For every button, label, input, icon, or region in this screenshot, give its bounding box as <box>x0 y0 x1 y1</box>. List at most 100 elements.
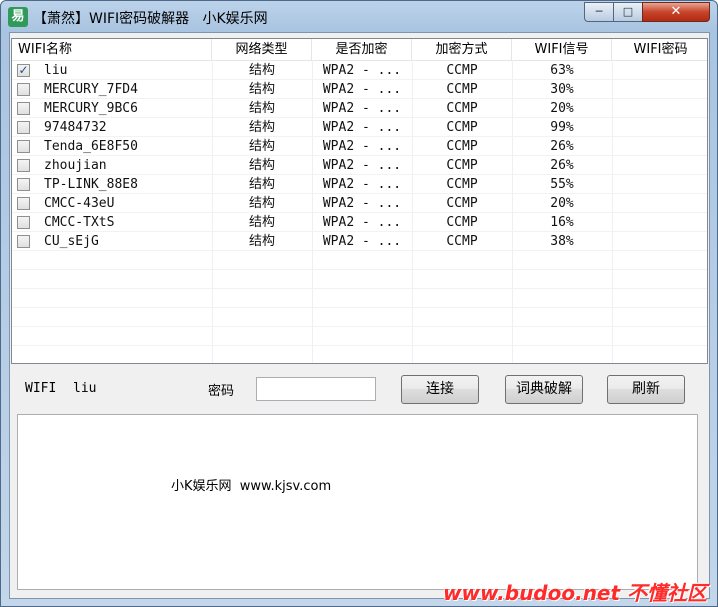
log-output[interactable]: 小K娱乐网 www.kjsv.com <box>17 414 698 590</box>
table-row[interactable]: ✓ liu 结构 WPA2 - ... CCMP 63% <box>12 61 707 80</box>
grid-line <box>12 269 707 270</box>
row-checkbox[interactable] <box>17 216 30 229</box>
wifi-label: WIFI <box>25 381 57 396</box>
cell-signal: 63% <box>550 63 574 78</box>
table-row[interactable]: zhoujian 结构 WPA2 - ... CCMP 26% <box>12 156 707 175</box>
grid-line <box>12 117 707 118</box>
refresh-button[interactable]: 刷新 <box>607 375 685 404</box>
cell-wifi-name: CMCC-43eU <box>44 196 115 211</box>
grid-line <box>12 326 707 327</box>
connect-button[interactable]: 连接 <box>401 375 479 404</box>
cell-network-type: 结构 <box>248 234 275 249</box>
cell-encryption-method: CCMP <box>446 82 478 97</box>
cell-signal: 55% <box>550 177 574 192</box>
cell-wifi-name: CMCC-TXtS <box>44 215 115 230</box>
table-row[interactable]: Tenda_6E8F50 结构 WPA2 - ... CCMP 26% <box>12 137 707 156</box>
row-checkbox[interactable] <box>17 140 30 153</box>
cell-encryption-method: CCMP <box>446 234 478 249</box>
cell-encrypted: WPA2 - ... <box>322 63 402 78</box>
cell-signal: 26% <box>550 139 574 154</box>
grid-line <box>12 136 707 137</box>
wifi-list[interactable]: WIFI名称 网络类型 是否加密 加密方式 WIFI信号 WIFI密码 ✓ liu… <box>11 38 708 364</box>
window-title: 【萧然】WIFI密码破解器 小K娱乐网 <box>33 11 268 27</box>
cell-network-type: 结构 <box>248 196 275 211</box>
column-header-encryption-method[interactable]: 加密方式 <box>412 39 512 60</box>
table-row[interactable]: CU_sEjG 结构 WPA2 - ... CCMP 38% <box>12 232 707 251</box>
cell-encryption-method: CCMP <box>446 158 478 173</box>
cell-wifi-name: MERCURY_7FD4 <box>44 82 138 97</box>
column-header-signal[interactable]: WIFI信号 <box>512 39 612 60</box>
cell-wifi-name: MERCURY_9BC6 <box>44 101 138 116</box>
minimize-button[interactable]: ─ <box>584 2 614 22</box>
table-row[interactable]: CMCC-43eU 结构 WPA2 - ... CCMP 20% <box>12 194 707 213</box>
table-row[interactable]: CMCC-TXtS 结构 WPA2 - ... CCMP 16% <box>12 213 707 232</box>
cell-encryption-method: CCMP <box>446 139 478 154</box>
cell-encrypted: WPA2 - ... <box>322 158 402 173</box>
column-header-encrypted[interactable]: 是否加密 <box>312 39 412 60</box>
cell-network-type: 结构 <box>248 158 275 173</box>
row-checkbox[interactable] <box>17 197 30 210</box>
title-bar[interactable]: 易 【萧然】WIFI密码破解器 小K娱乐网 ─ □ ✕ <box>1 1 717 33</box>
password-input[interactable] <box>256 377 376 401</box>
maximize-button[interactable]: □ <box>613 2 643 22</box>
password-label: 密码 <box>208 384 235 399</box>
cell-network-type: 结构 <box>248 101 275 116</box>
cell-encrypted: WPA2 - ... <box>322 120 402 135</box>
column-header-network-type[interactable]: 网络类型 <box>212 39 312 60</box>
cell-wifi-name: CU_sEjG <box>44 234 99 249</box>
grid-line <box>12 231 707 232</box>
cell-network-type: 结构 <box>248 82 275 97</box>
cell-encrypted: WPA2 - ... <box>322 82 402 97</box>
grid-line <box>12 307 707 308</box>
cell-signal: 30% <box>550 82 574 97</box>
row-checkbox[interactable]: ✓ <box>17 64 30 77</box>
row-checkbox[interactable] <box>17 159 30 172</box>
table-row[interactable]: 97484732 结构 WPA2 - ... CCMP 99% <box>12 118 707 137</box>
grid-line <box>12 155 707 156</box>
app-logo-icon: 易 <box>8 7 28 27</box>
cell-encryption-method: CCMP <box>446 196 478 211</box>
cell-encrypted: WPA2 - ... <box>322 139 402 154</box>
app-window: 易 【萧然】WIFI密码破解器 小K娱乐网 ─ □ ✕ WIFI名称 网络类型 … <box>0 0 718 607</box>
list-header: WIFI名称 网络类型 是否加密 加密方式 WIFI信号 WIFI密码 <box>12 39 707 61</box>
site-watermark: www.budoo.net 不懂社区 <box>443 581 708 605</box>
column-header-password[interactable]: WIFI密码 <box>612 39 707 60</box>
cell-encrypted: WPA2 - ... <box>322 215 402 230</box>
cell-encrypted: WPA2 - ... <box>322 234 402 249</box>
cell-network-type: 结构 <box>248 63 275 78</box>
cell-encryption-method: CCMP <box>446 215 478 230</box>
table-row[interactable]: MERCURY_7FD4 结构 WPA2 - ... CCMP 30% <box>12 80 707 99</box>
column-header-wifi-name[interactable]: WIFI名称 <box>12 39 212 60</box>
grid-line <box>12 288 707 289</box>
cell-encryption-method: CCMP <box>446 177 478 192</box>
cell-encryption-method: CCMP <box>446 120 478 135</box>
cell-encryption-method: CCMP <box>446 101 478 116</box>
cell-signal: 20% <box>550 196 574 211</box>
row-checkbox[interactable] <box>17 235 30 248</box>
grid-line <box>12 79 707 80</box>
dictionary-crack-button[interactable]: 词典破解 <box>505 375 583 404</box>
cell-encrypted: WPA2 - ... <box>322 101 402 116</box>
table-row[interactable]: MERCURY_9BC6 结构 WPA2 - ... CCMP 20% <box>12 99 707 118</box>
cell-signal: 38% <box>550 234 574 249</box>
cell-wifi-name: Tenda_6E8F50 <box>44 139 138 154</box>
cell-encrypted: WPA2 - ... <box>322 177 402 192</box>
cell-encryption-method: CCMP <box>446 63 478 78</box>
cell-signal: 26% <box>550 158 574 173</box>
table-row[interactable]: TP-LINK_88E8 结构 WPA2 - ... CCMP 55% <box>12 175 707 194</box>
cell-network-type: 结构 <box>248 120 275 135</box>
cell-signal: 20% <box>550 101 574 116</box>
row-checkbox[interactable] <box>17 178 30 191</box>
log-text: 小K娱乐网 www.kjsv.com <box>171 479 332 494</box>
cell-encrypted: WPA2 - ... <box>322 196 402 211</box>
row-checkbox[interactable] <box>17 102 30 115</box>
row-checkbox[interactable] <box>17 83 30 96</box>
cell-wifi-name: zhoujian <box>44 158 107 173</box>
selected-wifi-value: liu <box>73 381 97 396</box>
grid-line <box>12 212 707 213</box>
row-checkbox[interactable] <box>17 121 30 134</box>
grid-line <box>12 193 707 194</box>
close-button[interactable]: ✕ <box>642 2 710 22</box>
cell-wifi-name: TP-LINK_88E8 <box>44 177 138 192</box>
cell-wifi-name: liu <box>44 63 68 78</box>
